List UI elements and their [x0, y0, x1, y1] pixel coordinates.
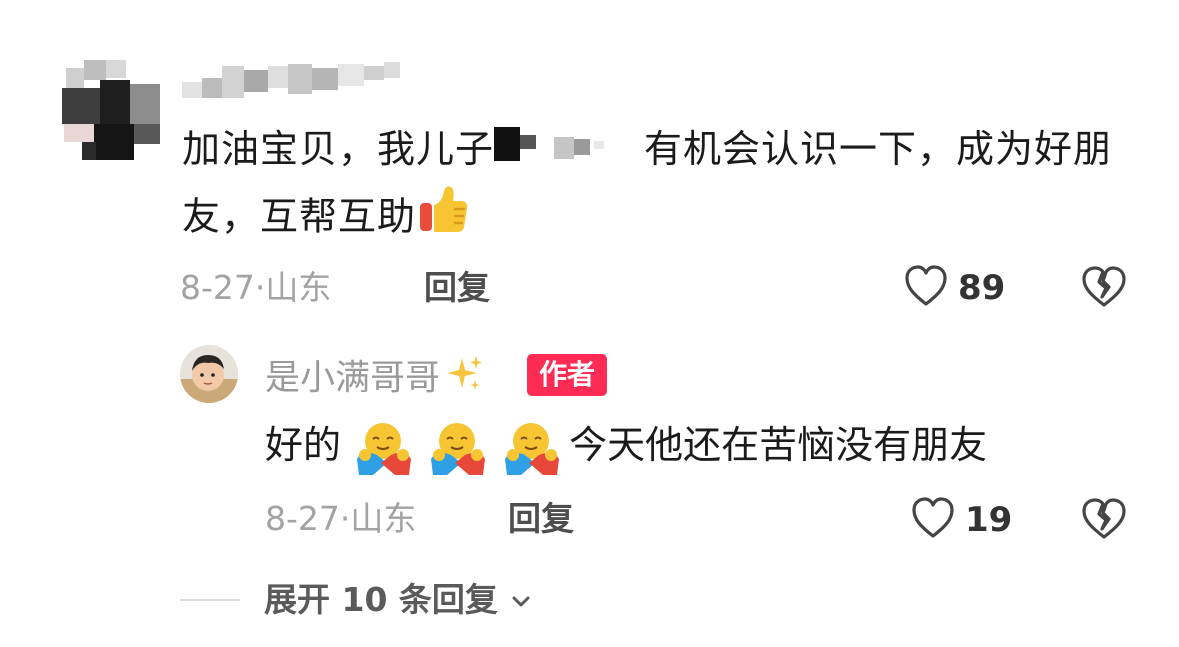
comment-reply-button[interactable]: 回复 — [424, 268, 490, 308]
comment-text-part1: 加油宝贝，我儿子 — [182, 127, 495, 171]
hugging-emoji — [501, 419, 563, 477]
reply-username-text: 是小满哥哥 — [265, 358, 441, 399]
comment-like-button[interactable] — [903, 264, 949, 314]
comment-date: 8-27 — [180, 268, 255, 307]
broken-heart-icon — [1082, 498, 1126, 539]
reply-username[interactable]: 是小满哥哥 — [265, 354, 484, 405]
reply-location: 山东 — [350, 499, 417, 538]
heart-outline-icon — [912, 497, 954, 538]
comment-meta: 8-27·山东 — [180, 268, 331, 308]
reply-date: 8-27 — [265, 499, 340, 538]
hugging-emoji — [427, 419, 489, 477]
expand-divider — [180, 599, 240, 601]
comment-body: 加油宝贝，我儿子 有机会认识一下，成为好朋友，互帮互助 — [182, 118, 1142, 255]
broken-heart-icon — [1082, 266, 1126, 307]
redacted-mosaic — [494, 121, 644, 183]
reply-body: 好的 今天他还在苦恼没有朋友 — [265, 414, 987, 477]
reply-reply-button[interactable]: 回复 — [508, 499, 574, 539]
commenter-name-blurred[interactable] — [178, 60, 403, 100]
chevron-down-icon — [512, 596, 530, 606]
meta-separator: · — [254, 268, 266, 307]
meta-separator: · — [339, 499, 351, 538]
comment-location: 山东 — [265, 268, 332, 307]
sparkles-emoji — [444, 354, 484, 405]
thumbs-up-emoji — [416, 183, 470, 255]
reply-text-prefix: 好的 — [265, 423, 342, 467]
comment-dislike-button[interactable] — [1080, 264, 1128, 314]
expand-replies-button[interactable]: 展开 10 条回复 — [264, 579, 533, 621]
hugging-emoji — [353, 419, 415, 477]
reply-like-count: 19 — [965, 500, 1013, 540]
reply-meta: 8-27·山东 — [265, 499, 416, 539]
expand-replies-label: 展开 10 条回复 — [264, 580, 498, 619]
heart-outline-icon — [905, 265, 947, 306]
reply-avatar[interactable] — [180, 345, 238, 403]
author-badge: 作者 — [527, 354, 608, 396]
reply-like-button[interactable] — [910, 496, 956, 546]
commenter-avatar-blurred[interactable] — [60, 60, 160, 160]
reply-text-suffix: 今天他还在苦恼没有朋友 — [569, 423, 988, 467]
comment-like-count: 89 — [958, 268, 1006, 308]
reply-dislike-button[interactable] — [1080, 496, 1128, 546]
